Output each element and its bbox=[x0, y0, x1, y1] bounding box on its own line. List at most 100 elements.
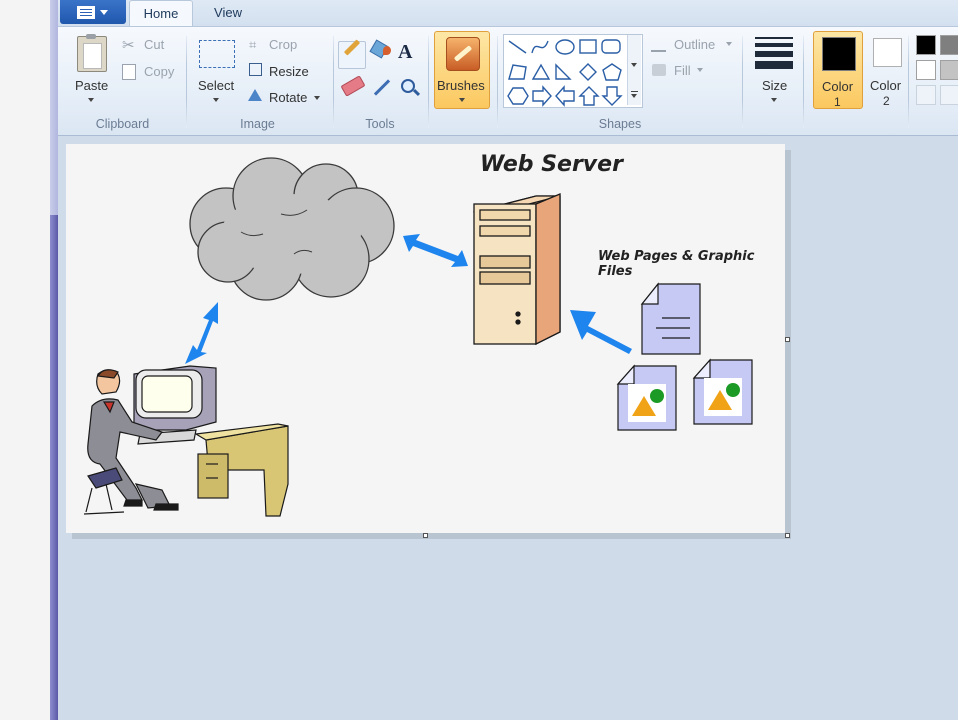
text-tool-icon[interactable]: A bbox=[398, 41, 412, 64]
shapes-gallery[interactable] bbox=[503, 34, 643, 108]
scroll-down-icon[interactable] bbox=[631, 63, 637, 67]
tools-group-label: Tools bbox=[365, 117, 395, 131]
size-dropdown-icon[interactable] bbox=[771, 98, 777, 102]
paint-menu-button[interactable] bbox=[60, 0, 126, 24]
cut-button[interactable]: Cut bbox=[144, 37, 164, 52]
size-icon[interactable] bbox=[755, 37, 793, 73]
paste-icon[interactable] bbox=[77, 34, 107, 72]
drawing-canvas[interactable]: Web Server Web Pages & Graphic Files bbox=[66, 144, 785, 533]
crop-icon: ⌗ bbox=[249, 37, 257, 52]
canvas-title: Web Server bbox=[480, 152, 623, 177]
palette-swatch-white[interactable] bbox=[916, 60, 936, 80]
brush-icon bbox=[446, 37, 480, 71]
color-2-button[interactable]: Color 2 bbox=[866, 31, 910, 109]
copy-icon bbox=[122, 64, 136, 80]
hexagon-shape-icon bbox=[507, 87, 529, 105]
rotate-icon bbox=[248, 89, 262, 101]
canvas-resize-handle-right[interactable] bbox=[785, 337, 790, 342]
color-1-number: 1 bbox=[834, 95, 841, 109]
group-divider bbox=[428, 36, 429, 128]
resize-button[interactable]: Resize bbox=[269, 64, 309, 79]
image-group-label: Image bbox=[240, 117, 275, 131]
color-2-number: 2 bbox=[883, 94, 890, 108]
canvas-files-label: Web Pages & Graphic Files bbox=[598, 249, 755, 279]
menu-icon bbox=[77, 6, 95, 19]
shapes-scrollbar[interactable] bbox=[627, 35, 641, 105]
brushes-dropdown-icon bbox=[459, 98, 465, 102]
color-1-button[interactable]: Color 1 bbox=[813, 31, 863, 109]
up-arrow-shape-icon bbox=[578, 86, 600, 106]
select-button[interactable]: Select bbox=[198, 78, 234, 93]
magnifier-icon[interactable] bbox=[401, 79, 415, 93]
tab-bar bbox=[58, 0, 958, 26]
paste-dropdown-icon[interactable] bbox=[88, 98, 94, 102]
rotate-dropdown-icon[interactable] bbox=[314, 96, 320, 100]
diamond-shape-icon bbox=[579, 63, 597, 81]
palette-swatch-black[interactable] bbox=[916, 35, 936, 55]
shapes-icons bbox=[507, 39, 623, 107]
group-divider bbox=[742, 36, 743, 128]
outline-dropdown-icon bbox=[726, 42, 732, 46]
group-divider bbox=[333, 36, 334, 128]
group-divider bbox=[186, 36, 187, 128]
internet-cloud-icon bbox=[189, 157, 395, 301]
color-1-swatch bbox=[822, 37, 856, 71]
color-2-label: Color bbox=[870, 78, 902, 93]
curve-shape-icon bbox=[531, 40, 549, 54]
tab-home[interactable]: Home bbox=[129, 0, 193, 26]
line-shape-icon bbox=[508, 40, 527, 54]
right-arrow-shape-icon bbox=[532, 85, 552, 107]
fill-dropdown-icon bbox=[697, 68, 703, 72]
fill-drop-icon bbox=[383, 46, 391, 55]
background-window bbox=[0, 0, 50, 720]
web-page-file-icon bbox=[640, 282, 701, 355]
right-triangle-shape-icon bbox=[555, 63, 572, 80]
brushes-button[interactable]: Brushes bbox=[434, 31, 490, 109]
web-server-icon bbox=[473, 193, 561, 346]
canvas-resize-handle-corner[interactable] bbox=[785, 533, 790, 538]
palette-swatch-light-gray[interactable] bbox=[940, 60, 958, 80]
select-icon[interactable] bbox=[199, 40, 235, 68]
shapes-group-label: Shapes bbox=[598, 117, 642, 131]
rotate-button[interactable]: Rotate bbox=[269, 90, 307, 105]
graphic-file-icon bbox=[692, 358, 753, 425]
group-divider bbox=[908, 36, 909, 128]
copy-button[interactable]: Copy bbox=[144, 64, 174, 79]
window-border-top bbox=[50, 0, 58, 215]
outline-button[interactable]: Outline bbox=[674, 37, 715, 52]
chevron-down-icon bbox=[100, 10, 108, 15]
size-button[interactable]: Size bbox=[762, 78, 787, 93]
fill-icon bbox=[652, 64, 666, 76]
polygon-shape-icon bbox=[508, 64, 527, 80]
select-dropdown-icon[interactable] bbox=[213, 98, 219, 102]
brushes-label: Brushes bbox=[437, 78, 485, 93]
rounded-rect-shape-icon bbox=[601, 39, 621, 54]
color-2-swatch bbox=[873, 38, 902, 67]
canvas-resize-handle-bottom[interactable] bbox=[423, 533, 428, 538]
group-divider bbox=[497, 36, 498, 128]
left-arrow-shape-icon bbox=[555, 85, 575, 107]
palette-swatch-gray[interactable] bbox=[940, 35, 958, 55]
group-divider bbox=[803, 36, 804, 128]
resize-icon bbox=[249, 63, 262, 76]
paste-button[interactable]: Paste bbox=[75, 78, 108, 93]
user-at-computer-icon bbox=[83, 365, 289, 517]
pentagon-shape-icon bbox=[602, 63, 622, 81]
tab-view[interactable]: View bbox=[200, 0, 256, 26]
outline-icon bbox=[651, 38, 666, 52]
scissors-icon: ✂ bbox=[122, 37, 135, 54]
canvas-drawing bbox=[83, 157, 753, 517]
graphic-file-icon bbox=[616, 364, 677, 431]
rectangle-shape-icon bbox=[579, 39, 597, 54]
clipboard-group-label: Clipboard bbox=[95, 117, 150, 131]
expand-shapes-icon[interactable] bbox=[631, 94, 637, 98]
fill-button[interactable]: Fill bbox=[674, 63, 691, 78]
more-shapes-icon[interactable] bbox=[631, 91, 638, 92]
palette-swatch-empty[interactable] bbox=[916, 85, 936, 105]
down-arrow-shape-icon bbox=[601, 86, 623, 106]
color-1-label: Color bbox=[822, 79, 854, 94]
crop-button[interactable]: Crop bbox=[269, 37, 297, 52]
oval-shape-icon bbox=[555, 39, 575, 55]
palette-swatch-empty[interactable] bbox=[940, 85, 958, 105]
triangle-shape-icon bbox=[531, 63, 551, 80]
